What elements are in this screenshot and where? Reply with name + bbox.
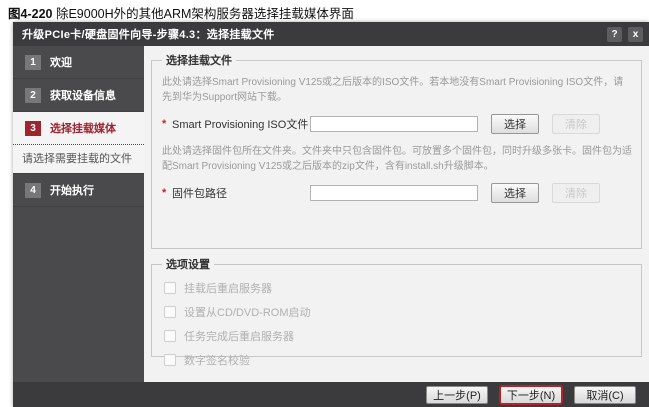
dialog-titlebar: 升级PCIe卡/硬盘固件向导-步骤4.3：选择挂载文件 ? x <box>13 22 649 46</box>
wizard-steps-sidebar: 1 欢迎 2 获取设备信息 3 选择挂载媒体 请选择需要挂载的文件 4 开始执行 <box>13 46 144 382</box>
checkbox-row-boot-from-cd: 设置从CD/DVD-ROM启动 <box>164 303 633 320</box>
checkbox-row-signature-check: 数字签名校验 <box>164 351 633 368</box>
option-settings-legend: 选项设置 <box>162 256 214 272</box>
iso-file-label: Smart Provisioning ISO文件 <box>172 116 310 132</box>
wizard-dialog: 升级PCIe卡/硬盘固件向导-步骤4.3：选择挂载文件 ? x 1 欢迎 2 获… <box>13 22 649 407</box>
firmware-clear-button: 清除 <box>552 183 600 203</box>
iso-select-button[interactable]: 选择 <box>491 114 539 134</box>
firmware-hint-text: 此处请选择固件包所在文件夹。文件夹中只包含固件包。可放置多个固件包，同时升级多张… <box>162 144 633 174</box>
firmware-select-button[interactable]: 选择 <box>491 183 539 203</box>
dialog-title: 升级PCIe卡/硬盘固件向导-步骤4.3：选择挂载文件 <box>13 26 275 42</box>
checkbox-label: 设置从CD/DVD-ROM启动 <box>184 304 311 320</box>
sidebar-step-welcome[interactable]: 1 欢迎 <box>13 46 144 79</box>
checkbox-label: 任务完成后重启服务器 <box>184 328 294 344</box>
iso-clear-button: 清除 <box>552 114 600 134</box>
checkbox-label: 挂载后重启服务器 <box>184 280 272 296</box>
figure-caption-label: 图4-220 <box>8 7 52 21</box>
step-number-badge: 4 <box>25 183 41 198</box>
sidebar-step-execute[interactable]: 4 开始执行 <box>13 174 144 207</box>
firmware-path-label: 固件包路径 <box>172 185 310 201</box>
figure-caption: 图4-220 除E9000H外的其他ARM架构服务器选择挂载媒体界面 <box>8 3 354 22</box>
option-settings-group: 选项设置 挂载后重启服务器 设置从CD/DVD-ROM启动 任务完成后重启服务器… <box>151 256 642 357</box>
select-mount-files-group: 选择挂载文件 此处请选择Smart Provisioning V125或之后版本… <box>151 52 642 249</box>
checkbox-signature-check <box>164 354 176 366</box>
sidebar-step-select-media-active: 3 选择挂载媒体 请选择需要挂载的文件 <box>13 112 144 174</box>
step-label: 欢迎 <box>50 54 72 70</box>
figure-caption-text: 除E9000H外的其他ARM架构服务器选择挂载媒体界面 <box>52 7 353 21</box>
close-icon[interactable]: x <box>628 27 643 42</box>
step-subtitle: 请选择需要挂载的文件 <box>13 145 144 173</box>
sidebar-step-device-info[interactable]: 2 获取设备信息 <box>13 79 144 112</box>
step-number-badge: 1 <box>25 55 41 70</box>
checkbox-label: 数字签名校验 <box>184 352 250 368</box>
firmware-path-row: * 固件包路径 选择 清除 <box>162 183 633 203</box>
checkbox-restart-after-task <box>164 330 176 342</box>
step-number-badge: 3 <box>25 121 41 136</box>
checkbox-row-restart-after-task: 任务完成后重启服务器 <box>164 327 633 344</box>
step-label: 开始执行 <box>50 182 94 198</box>
step-label: 获取设备信息 <box>50 87 116 103</box>
next-step-button[interactable]: 下一步(N) <box>500 386 562 404</box>
previous-step-button[interactable]: 上一步(P) <box>426 386 488 404</box>
iso-file-input[interactable] <box>310 116 478 132</box>
step-number-badge: 2 <box>25 88 41 103</box>
checkbox-restart-after-mount <box>164 282 176 294</box>
main-content: 选择挂载文件 此处请选择Smart Provisioning V125或之后版本… <box>144 46 649 382</box>
required-asterisk: * <box>162 187 172 199</box>
sidebar-step-select-media[interactable]: 3 选择挂载媒体 <box>13 112 144 145</box>
cancel-button[interactable]: 取消(C) <box>574 386 636 404</box>
step-label: 选择挂载媒体 <box>50 120 116 136</box>
checkbox-row-restart-after-mount: 挂载后重启服务器 <box>164 279 633 296</box>
iso-hint-text: 此处请选择Smart Provisioning V125或之后版本的ISO文件。… <box>162 75 633 105</box>
help-icon[interactable]: ? <box>607 27 622 42</box>
select-mount-files-legend: 选择挂载文件 <box>162 52 236 68</box>
dialog-footer: 上一步(P) 下一步(N) 取消(C) <box>13 382 649 407</box>
required-asterisk: * <box>162 118 172 130</box>
firmware-path-input[interactable] <box>310 185 478 201</box>
checkbox-boot-from-cd <box>164 306 176 318</box>
iso-file-row: * Smart Provisioning ISO文件 选择 清除 <box>162 114 633 134</box>
